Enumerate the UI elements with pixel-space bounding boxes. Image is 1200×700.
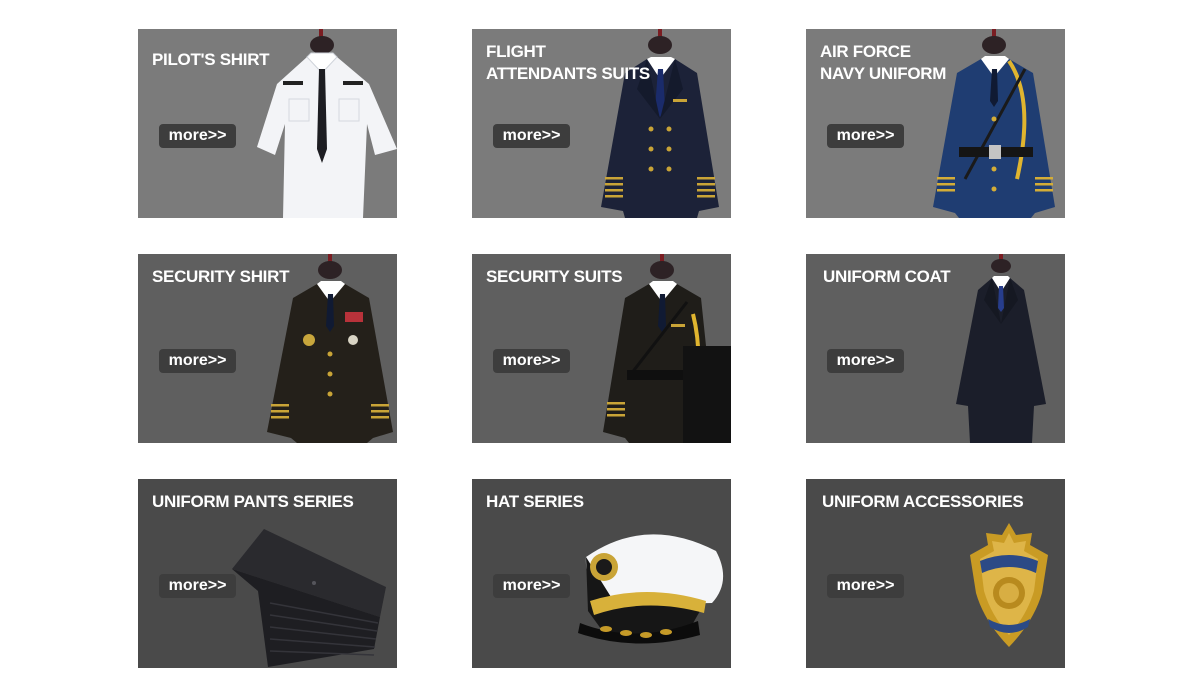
peaked-cap-icon [578, 534, 724, 644]
more-button[interactable]: more>> [827, 349, 904, 373]
card-title: FLIGHT ATTENDANTS SUITS [486, 42, 650, 83]
more-button[interactable]: more>> [159, 349, 236, 373]
card-hat-series[interactable]: HAT SERIES more>> [472, 479, 731, 668]
card-pilots-shirt[interactable]: PILOT'S SHIRT more>> [138, 29, 397, 218]
card-title: UNIFORM ACCESSORIES [822, 492, 1024, 511]
card-title: SECURITY SUITS [486, 267, 623, 286]
card-title: PILOT'S SHIRT [152, 50, 270, 69]
card-uniform-pants-series[interactable]: UNIFORM PANTS SERIES more>> [138, 479, 397, 668]
more-button[interactable]: more>> [827, 124, 904, 148]
more-button[interactable]: more>> [159, 574, 236, 598]
more-button[interactable]: more>> [827, 574, 904, 598]
card-title: HAT SERIES [486, 492, 584, 511]
card-uniform-accessories[interactable]: UNIFORM ACCESSORIES more>> [806, 479, 1065, 668]
more-button[interactable]: more>> [493, 124, 570, 148]
product-category-grid: PILOT'S SHIRT more>> FLIGHT ATTENDANTS S… [0, 0, 1200, 700]
police-badge-icon [970, 523, 1048, 647]
card-security-shirt[interactable]: SECURITY SHIRT more>> [138, 254, 397, 443]
uniform-pants-icon [232, 529, 386, 667]
more-button[interactable]: more>> [493, 349, 570, 373]
more-button[interactable]: more>> [159, 124, 236, 148]
card-uniform-coat[interactable]: UNIFORM COAT more>> [806, 254, 1065, 443]
card-air-force-navy-uniform[interactable]: AIR FORCE NAVY UNIFORM more>> [806, 29, 1065, 218]
uniform-coat-icon [956, 254, 1046, 443]
more-button[interactable]: more>> [493, 574, 570, 598]
card-flight-attendants-suits[interactable]: FLIGHT ATTENDANTS SUITS more>> [472, 29, 731, 218]
pilot-shirt-icon [257, 29, 397, 218]
card-security-suits[interactable]: SECURITY SUITS more>> [472, 254, 731, 443]
card-title: UNIFORM PANTS SERIES [152, 492, 354, 511]
card-title: UNIFORM COAT [823, 267, 951, 286]
card-title: AIR FORCE NAVY UNIFORM [820, 42, 947, 83]
card-title: SECURITY SHIRT [152, 267, 290, 286]
